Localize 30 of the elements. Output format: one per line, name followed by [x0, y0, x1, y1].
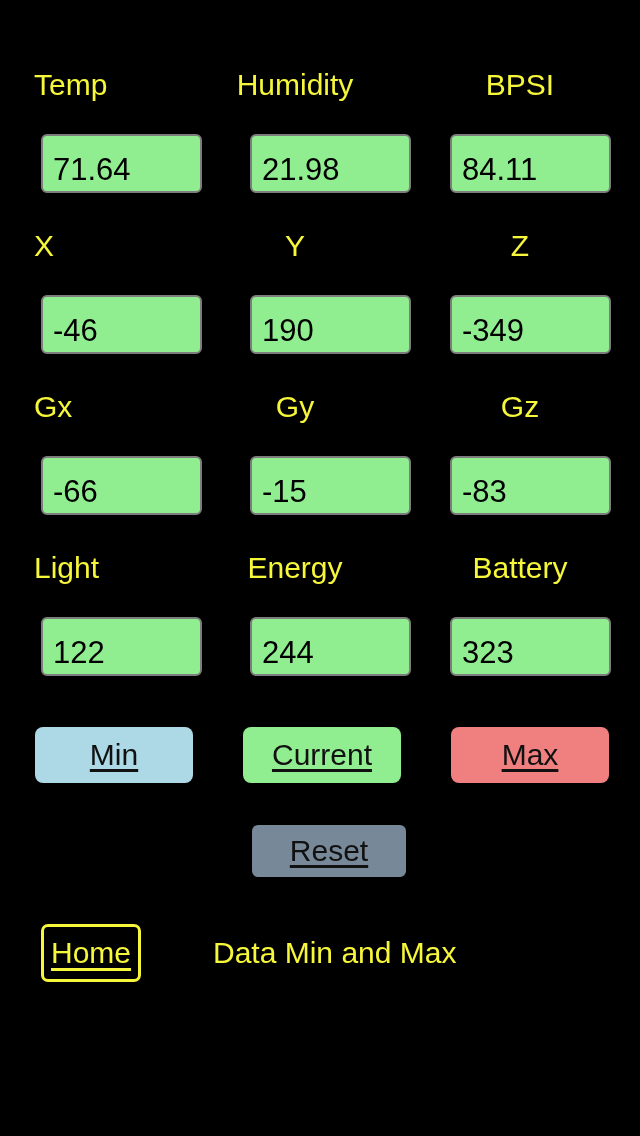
reading-label: Z — [510, 228, 530, 264]
range-button[interactable]: Current — [243, 727, 401, 783]
reading-label: X — [34, 228, 54, 264]
reading-label: Temp — [34, 67, 108, 103]
value-field[interactable]: -83 — [450, 456, 611, 515]
reading-label: Gz — [500, 389, 540, 425]
value-field[interactable]: 84.11 — [450, 134, 611, 193]
value-field[interactable]: -46 — [41, 295, 202, 354]
value-field[interactable]: -349 — [450, 295, 611, 354]
value-field[interactable]: -66 — [41, 456, 202, 515]
reset-button[interactable]: Reset — [252, 825, 406, 877]
value-field[interactable]: 244 — [250, 617, 411, 676]
value-field[interactable]: 122 — [41, 617, 202, 676]
reading-label: Humidity — [236, 67, 354, 103]
reading-label: Light — [34, 550, 100, 586]
value-field[interactable]: 21.98 — [250, 134, 411, 193]
value-field[interactable]: 190 — [250, 295, 411, 354]
page-title: Data Min and Max — [213, 936, 457, 970]
home-link[interactable]: Home — [41, 924, 141, 982]
range-button[interactable]: Min — [35, 727, 193, 783]
reading-label: BPSI — [485, 67, 555, 103]
range-button[interactable]: Max — [451, 727, 609, 783]
reading-label: Energy — [247, 550, 343, 586]
reading-label: Gy — [275, 389, 315, 425]
reading-label: Battery — [472, 550, 568, 586]
reading-label: Y — [285, 228, 305, 264]
value-field[interactable]: 71.64 — [41, 134, 202, 193]
reading-label: Gx — [34, 389, 73, 425]
value-field[interactable]: -15 — [250, 456, 411, 515]
value-field[interactable]: 323 — [450, 617, 611, 676]
